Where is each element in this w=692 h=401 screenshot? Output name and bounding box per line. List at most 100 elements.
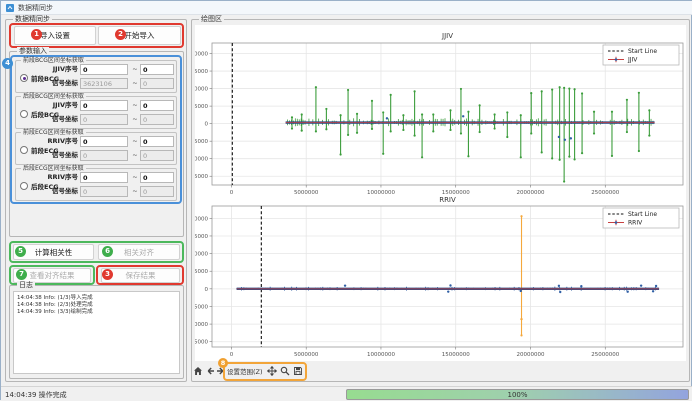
plot-canvas[interactable]: 0500000010000000150000002000000025000000… [195,25,686,361]
param-section-front-ecg: 前段ECG区间坐标获取 前段ECG RRIV序号 ~ 信号坐标 ~ [15,132,177,165]
log-list[interactable]: 14:04:38 Info: (1/3)导入完成 14:04:38 Info: … [13,291,180,374]
svg-text:-15000: -15000 [195,340,208,346]
rriv-index-to-input[interactable] [140,136,174,147]
log-line: 14:04:38 Info: (2/3)处理完成 [14,302,179,309]
radio-dot-icon [20,110,28,118]
signal-coord-to-input [140,114,174,125]
step-badge-7: 7 [16,269,27,280]
row-label: 信号坐标 [34,150,78,161]
svg-text:JJIV: JJIV [441,32,453,40]
param-section-front-bcg: 前段BCG区间坐标获取 前段BCG JJIV序号 ~ 信号坐标 ~ [15,60,177,93]
start-import-button[interactable]: 开始导入 [98,26,181,45]
correlate-align-label: 相关对齐 [124,247,154,258]
svg-text:0: 0 [230,190,234,196]
radio-dot-icon [20,182,28,190]
row-label: RRIV序号 [34,172,78,183]
jjiv-index-from-input[interactable] [80,100,128,111]
svg-text:20000000: 20000000 [516,190,544,196]
tilde-separator: ~ [131,64,139,75]
group-log-title: 日志 [17,281,35,290]
svg-text:25000000: 25000000 [591,352,619,358]
signal-coord-to-input [140,150,174,161]
status-bar: 14:04:39 操作完成 100% [1,386,692,401]
svg-text:20000: 20000 [195,52,208,58]
view-align-result-label: 查看对齐结果 [30,270,75,281]
param-section-rear-bcg: 后段BCG区间坐标获取 后段BCG JJIV序号 ~ 信号坐标 ~ [15,96,177,129]
svg-text:10000000: 10000000 [367,352,395,358]
jjiv-index-to-input[interactable] [140,100,174,111]
tilde-separator: ~ [131,136,139,147]
log-line: 14:04:38 Info: (1/3)导入完成 [14,295,179,302]
radio-dot-icon [20,74,28,82]
step-badge-5: 5 [15,246,26,257]
save-icon[interactable] [293,366,303,376]
tilde-separator: ~ [131,150,139,161]
svg-text:-10000: -10000 [195,322,208,328]
svg-text:5000000: 5000000 [294,352,319,358]
svg-text:5000: 5000 [195,104,208,110]
group-plot-area-title: 绘图区 [199,15,224,24]
window-title: 数据精同步 [18,3,53,13]
status-text: 14:04:39 操作完成 [5,390,67,400]
tilde-separator: ~ [131,114,139,125]
signal-coord-from-input [80,186,128,197]
group-data-sync-title: 数据精同步 [13,15,52,24]
svg-text:0: 0 [230,352,234,358]
tilde-separator: ~ [131,172,139,183]
pan-icon[interactable] [267,366,277,376]
signal-coord-to-input [140,78,174,89]
row-label: JJIV序号 [34,100,78,111]
svg-text:10000: 10000 [195,87,208,93]
home-icon[interactable] [193,366,203,376]
jjiv-index-to-input[interactable] [140,64,174,75]
svg-text:20000: 20000 [195,216,208,222]
app-window: { "window": { "title": "数据精同步" }, "annot… [0,0,692,400]
log-line: 14:04:39 Info: (3/3)绘制完成 [14,309,179,316]
app-icon [6,4,14,12]
row-label: 信号坐标 [34,78,78,89]
zoom-icon[interactable] [280,366,290,376]
svg-text:15000: 15000 [195,234,208,240]
svg-text:15000000: 15000000 [442,352,470,358]
progress-value: 100% [507,391,527,399]
rriv-index-from-input[interactable] [80,136,128,147]
svg-text:RRIV: RRIV [439,196,456,204]
svg-text:20000000: 20000000 [516,352,544,358]
svg-text:0: 0 [205,287,209,293]
import-settings-button[interactable]: 导入设置 [14,26,96,45]
tilde-separator: ~ [131,100,139,111]
radio-dot-icon [20,146,28,154]
svg-text:0: 0 [205,122,209,128]
rriv-index-to-input[interactable] [140,172,174,183]
svg-text:15000: 15000 [195,69,208,75]
save-result-label: 保存结果 [126,270,156,281]
step-badge-2: 2 [115,29,126,40]
svg-text:-5000: -5000 [195,139,208,145]
signal-coord-from-input [80,150,128,161]
set-range-button[interactable]: 设置范围(Z) [227,366,263,376]
back-arrow-icon[interactable] [205,366,215,376]
progress-bar: 100% [346,389,689,400]
svg-text:-15000: -15000 [195,174,208,180]
svg-text:JJIV: JJIV [627,57,638,64]
signal-coord-to-input [140,186,174,197]
start-import-label: 开始导入 [125,30,155,41]
svg-text:RRIV: RRIV [628,220,643,227]
signal-coord-from-input [80,114,128,125]
rriv-index-from-input[interactable] [80,172,128,183]
svg-text:Start Line: Start Line [628,211,657,218]
set-range-label: 设置范围(Z) [227,368,263,376]
signal-coord-from-input [80,78,128,89]
svg-text:25000000: 25000000 [591,190,619,196]
param-section-rear-ecg: 后段ECG区间坐标获取 后段ECG RRIV序号 ~ 信号坐标 ~ [15,168,177,201]
row-label: 信号坐标 [34,186,78,197]
step-badge-3: 3 [102,269,113,280]
svg-text:-5000: -5000 [195,304,208,310]
jjiv-index-from-input[interactable] [80,64,128,75]
row-label: JJIV序号 [34,64,78,75]
step-badge-8: 8 [218,358,228,368]
plot-canvas-wrap: 0500000010000000150000002000000025000000… [195,25,686,361]
tilde-separator: ~ [131,78,139,89]
group-params-title: 参数输入 [17,47,49,56]
calc-correlation-label: 计算相关性 [35,247,73,258]
